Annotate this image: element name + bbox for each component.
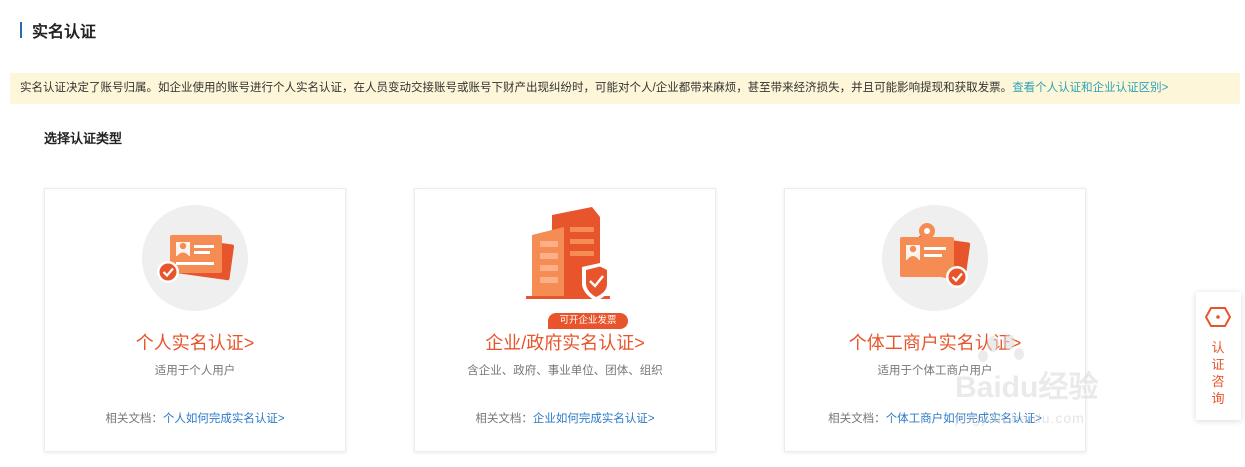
notice-banner: 实名认证决定了账号归属。如企业使用的账号进行个人实名认证，在人员变动交接账号或账… [10, 73, 1240, 104]
invoice-badge: 可开企业发票 [548, 313, 628, 329]
card-title[interactable]: 企业/政府实名认证> [415, 329, 715, 355]
id-card-icon [142, 205, 248, 311]
watermark-brand: Baidu经验 [955, 371, 1099, 404]
doc-link[interactable]: 个人如何完成实名认证> [163, 413, 285, 425]
notice-link[interactable]: 查看个人认证和企业认证区别> [1012, 82, 1168, 94]
doc-label: 相关文档： [105, 413, 163, 425]
watermark-url: jingyan.baidu.com [955, 410, 1085, 426]
card-desc: 适用于个人用户 [154, 365, 236, 377]
page-title: 实名认证 [32, 24, 97, 41]
doc-label: 相关文档： [828, 413, 886, 425]
doc-label: 相关文档： [475, 413, 533, 425]
card-title[interactable]: 个人实名认证> [45, 329, 345, 355]
consult-icon [1204, 306, 1232, 328]
consult-label: 认证咨询 [1211, 340, 1225, 406]
consult-button[interactable]: 认证咨询 [1196, 292, 1241, 420]
building-icon [512, 205, 618, 311]
card-personal[interactable]: 个人实名认证> 适用于个人用户 相关文档：个人如何完成实名认证> [44, 188, 346, 452]
doc-link[interactable]: 企业如何完成实名认证> [533, 413, 655, 425]
title-accent-bar [20, 22, 22, 38]
card-enterprise[interactable]: 可开企业发票 企业/政府实名认证> 含企业、政府、事业单位、团体、组织 相关文档… [414, 188, 716, 452]
card-doc: 相关文档：企业如何完成实名认证> [415, 410, 715, 426]
card-desc: 含企业、政府、事业单位、团体、组织 [467, 365, 663, 377]
card-doc: 相关文档：个人如何完成实名认证> [45, 410, 345, 426]
section-title: 选择认证类型 [44, 131, 123, 146]
page-header: 实名认证 [20, 18, 96, 42]
merchant-icon [882, 205, 988, 311]
notice-text: 实名认证决定了账号归属。如企业使用的账号进行个人实名认证，在人员变动交接账号或账… [20, 82, 1013, 94]
baidu-watermark: Baidu经验 jingyan.baidu.com [935, 332, 1115, 442]
